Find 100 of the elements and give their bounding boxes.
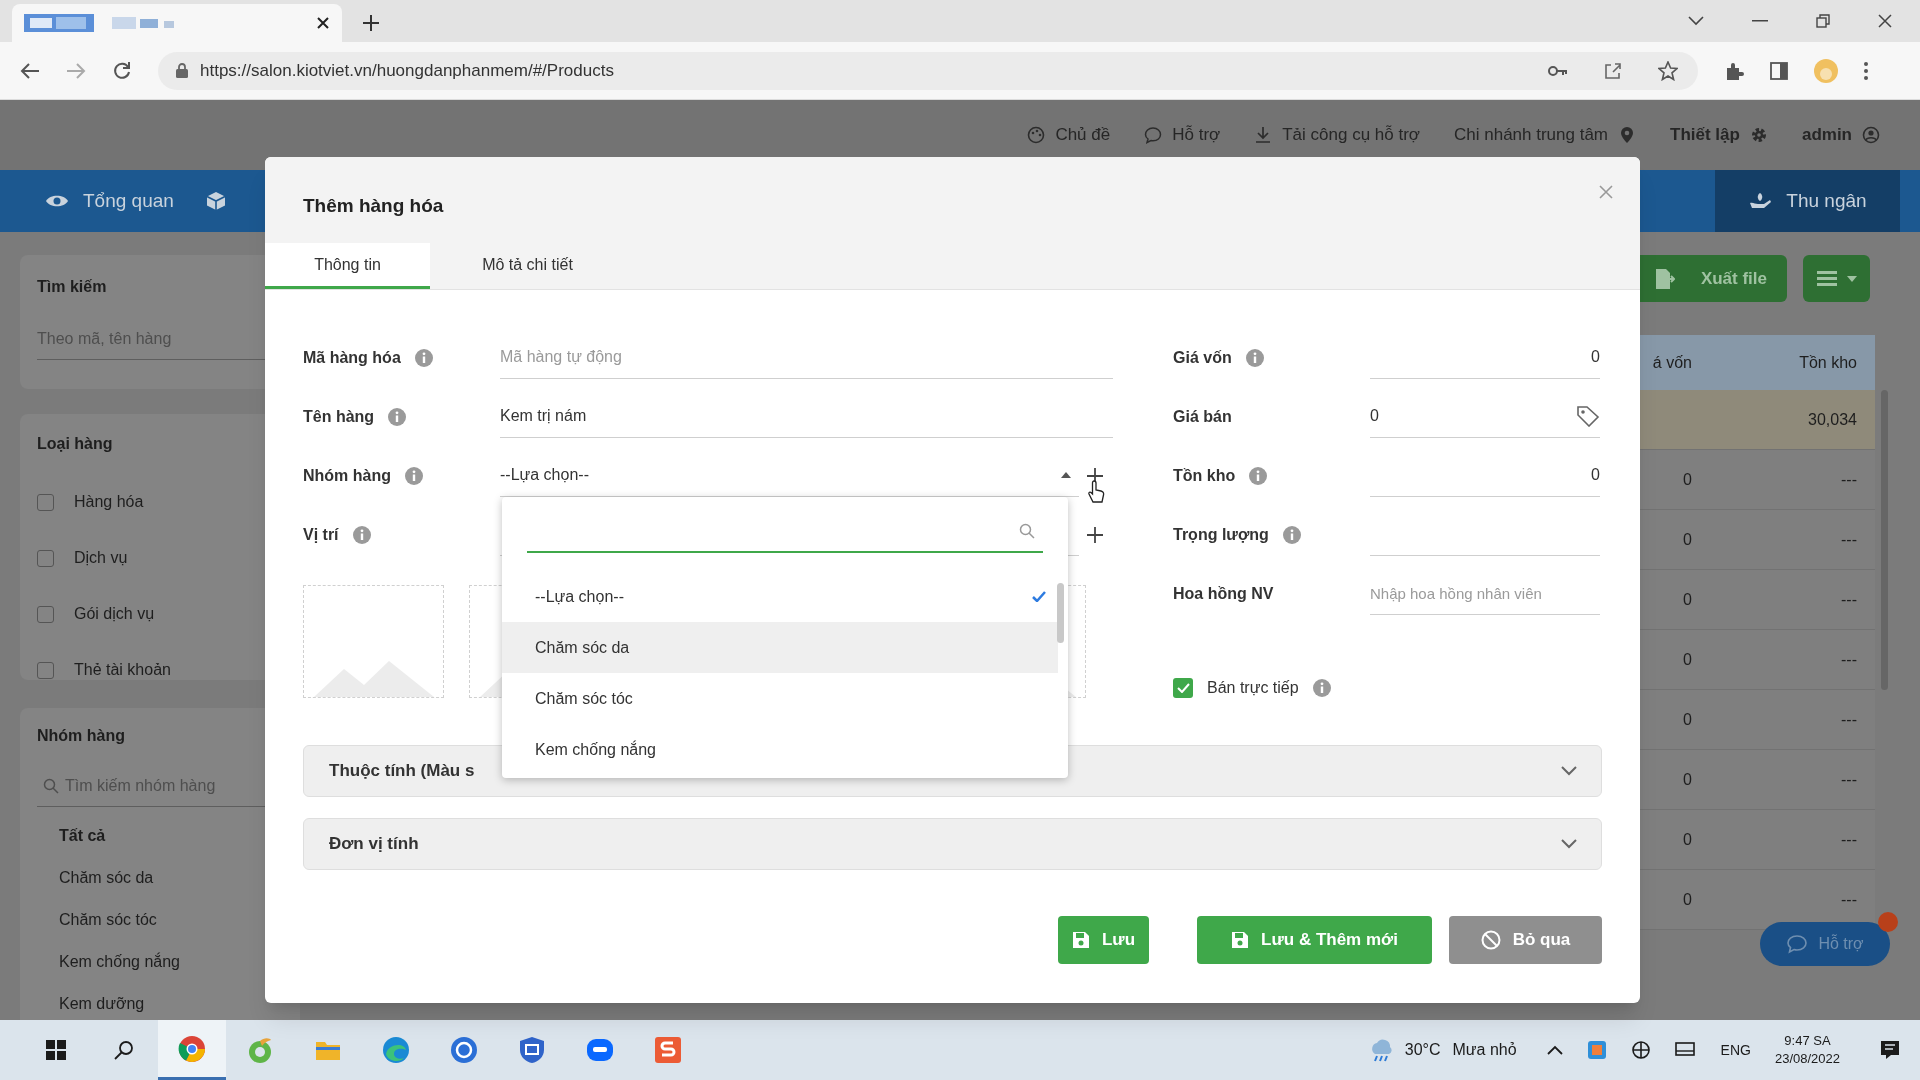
plus-icon[interactable] (1087, 526, 1103, 543)
dropdown-option[interactable]: --Lựa chọn-- (502, 571, 1058, 622)
save-button[interactable]: Lưu & Thêm mới (1197, 916, 1432, 964)
header-link[interactable]: Chi nhánh trung tâm (1454, 122, 1637, 148)
text-field[interactable]: Mã hàng tự động (500, 336, 1113, 379)
browser-icon[interactable] (178, 1034, 206, 1063)
address-bar[interactable]: https://salon.kiotviet.vn/huongdanphanmem/#/Products (158, 51, 1698, 90)
panel-title: Loại hàng (37, 434, 114, 454)
notification-icon[interactable] (1880, 1040, 1900, 1060)
checkbox[interactable] (1173, 678, 1193, 698)
checkbox[interactable] (37, 605, 54, 623)
chevron-up-icon[interactable] (1546, 1045, 1563, 1055)
support-chat-button[interactable]: Hỗ trợ (1760, 922, 1890, 966)
number-field[interactable]: 0 (1370, 454, 1600, 497)
number-field[interactable]: 0 (1370, 336, 1600, 379)
shield-icon[interactable] (518, 1036, 546, 1064)
table-cell: --- (1841, 890, 1857, 908)
lock-icon (176, 63, 188, 78)
header-link[interactable]: Chủ đề (1027, 122, 1111, 148)
cube-icon[interactable] (205, 191, 226, 211)
table-cell: --- (1841, 530, 1857, 548)
minimize-icon[interactable] (1752, 20, 1768, 22)
language-indicator[interactable]: ENG (1720, 1039, 1751, 1061)
eye-icon (45, 193, 69, 209)
tray-app-icon[interactable] (1586, 1040, 1607, 1060)
view-options-button[interactable] (1803, 255, 1870, 302)
close-icon[interactable] (1878, 14, 1892, 28)
checkbox-label: Gói dịch vụ (74, 604, 155, 624)
field-label: Giá vốn (1173, 347, 1232, 368)
dropdown-option[interactable]: Chăm sóc tóc (502, 673, 1058, 724)
scrollbar[interactable] (1057, 583, 1064, 643)
select-field[interactable]: --Lựa chọn-- (500, 454, 1079, 497)
menu-icon[interactable] (1864, 61, 1868, 80)
chevron-down-icon (1561, 839, 1577, 849)
windows-icon[interactable] (46, 1040, 66, 1060)
table-cell: --- (1841, 830, 1857, 848)
select-value: --Lựa chọn-- (500, 466, 589, 483)
share-icon[interactable] (1604, 61, 1622, 80)
text-field[interactable]: Kem trị nám (500, 395, 1113, 438)
header-link[interactable]: Tải công cụ hỗ trợ (1254, 122, 1420, 148)
new-tab-icon[interactable] (362, 14, 380, 32)
save-button[interactable]: Lưu (1058, 916, 1149, 964)
price-field[interactable]: 0 (1370, 395, 1600, 438)
table-cell: 0 (1683, 530, 1692, 548)
header-link[interactable]: Thiết lập (1670, 122, 1768, 148)
prohibited-icon (1480, 930, 1501, 950)
chevron-down-icon[interactable] (1688, 16, 1704, 26)
search-icon[interactable] (114, 1040, 134, 1060)
table-cell: --- (1841, 650, 1857, 668)
text-field[interactable]: Nhập hoa hồng nhân viên (1370, 572, 1600, 615)
plus-icon[interactable] (1087, 467, 1103, 484)
close-icon[interactable] (316, 16, 330, 30)
back-icon[interactable] (20, 61, 40, 80)
table-cell: --- (1841, 590, 1857, 608)
checkbox[interactable] (37, 493, 54, 511)
modal-tab[interactable]: Thông tin (265, 243, 430, 289)
panel-title: Nhóm hàng (37, 726, 126, 746)
list-icon (1816, 270, 1837, 287)
price-tag-icon[interactable] (1576, 405, 1600, 427)
header-link[interactable]: admin (1801, 122, 1880, 148)
table-cell: --- (1841, 470, 1857, 488)
table-cell: 0 (1683, 770, 1692, 788)
column-header: á vốn (1651, 352, 1692, 373)
dropdown-option[interactable]: Kem chống nắng (502, 724, 1058, 775)
extensions-icon[interactable] (1724, 60, 1744, 81)
checkbox-label: Thẻ tài khoản (74, 660, 171, 680)
url-text: https://salon.kiotviet.vn/huongdanphanmem/#/Products (200, 59, 614, 82)
checkbox[interactable] (37, 661, 54, 679)
modal-tab[interactable]: Mô tả chi tiết (430, 243, 625, 289)
save-icon (1071, 931, 1090, 949)
weather-text: Mưa nhỏ (1452, 1040, 1517, 1060)
checkbox[interactable] (37, 549, 54, 567)
monitor-icon[interactable] (1674, 1041, 1695, 1059)
table-cell: 30,034 (1808, 410, 1857, 428)
dropdown-option[interactable]: Chăm sóc da (502, 622, 1058, 673)
sidebar-icon[interactable] (1770, 61, 1788, 80)
slides-icon[interactable] (654, 1036, 682, 1064)
field-label: Tên hàng (303, 406, 375, 427)
chat-app-icon[interactable] (586, 1036, 614, 1064)
network-icon[interactable] (1630, 1040, 1651, 1060)
nav-tab[interactable]: Tổng quan (0, 170, 204, 232)
cancel-button[interactable]: Bỏ qua (1449, 916, 1602, 964)
cashier-button[interactable]: Thu ngân (1715, 170, 1900, 232)
clock-date[interactable]: 23/08/2022 (1774, 1050, 1840, 1068)
clock-time[interactable]: 9:47 SA (1784, 1032, 1831, 1050)
restore-icon[interactable] (1816, 14, 1830, 28)
panel-title: Tìm kiếm (37, 277, 108, 297)
field-label: Mã hàng hóa (303, 347, 401, 368)
app-icon[interactable] (450, 1036, 478, 1064)
modal-title: Thêm hàng hóa (303, 194, 444, 218)
table-cell: 0 (1683, 650, 1692, 668)
save-icon (1231, 931, 1250, 949)
edge-icon[interactable] (382, 1036, 410, 1064)
key-icon[interactable] (1548, 64, 1568, 77)
checkbox-label: Hàng hóa (74, 492, 144, 512)
reload-icon[interactable] (112, 60, 132, 81)
table-cell: 0 (1683, 590, 1692, 608)
star-icon[interactable] (1658, 60, 1678, 81)
collapsible-section[interactable]: Đơn vị tính (303, 818, 1602, 870)
header-link[interactable]: Hỗ trợ (1144, 122, 1221, 148)
